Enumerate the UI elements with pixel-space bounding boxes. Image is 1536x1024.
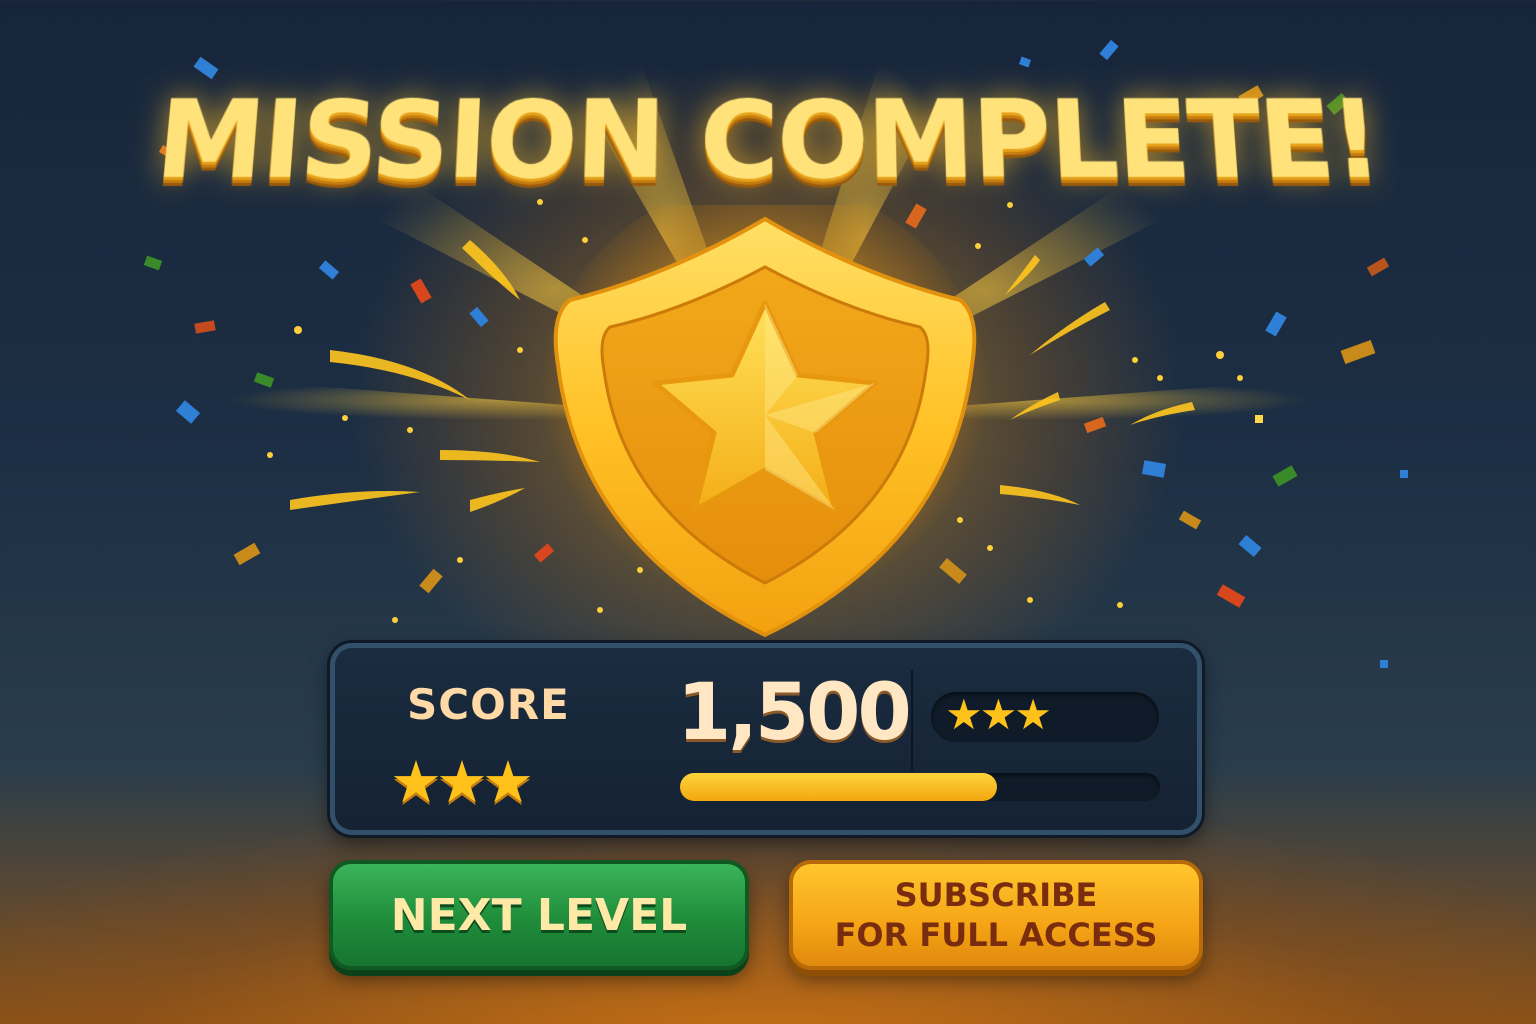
score-value: 1,500	[677, 668, 912, 758]
panel-divider	[911, 670, 913, 770]
subscribe-button[interactable]: SUBSCRIBE FOR FULL ACCESS	[789, 860, 1203, 970]
shield-star-icon	[540, 205, 990, 638]
star-rating-pill: ★★★	[931, 690, 1159, 742]
progress-bar	[680, 773, 1160, 801]
progress-bar-fill	[680, 773, 997, 801]
score-panel: SCORE ★★★ 1,500 ★★★	[330, 643, 1202, 835]
mission-complete-title: MISSION COMPLETE!	[151, 79, 1385, 203]
score-label: SCORE	[407, 680, 570, 729]
subscribe-label-line2: FOR FULL ACCESS	[834, 916, 1158, 954]
score-stars: ★★★	[390, 748, 534, 816]
next-level-label: NEXT LEVEL	[390, 889, 688, 941]
star-rating: ★★★	[945, 690, 1052, 739]
next-level-button[interactable]: NEXT LEVEL	[329, 860, 749, 970]
subscribe-label-line1: SUBSCRIBE	[894, 876, 1098, 914]
